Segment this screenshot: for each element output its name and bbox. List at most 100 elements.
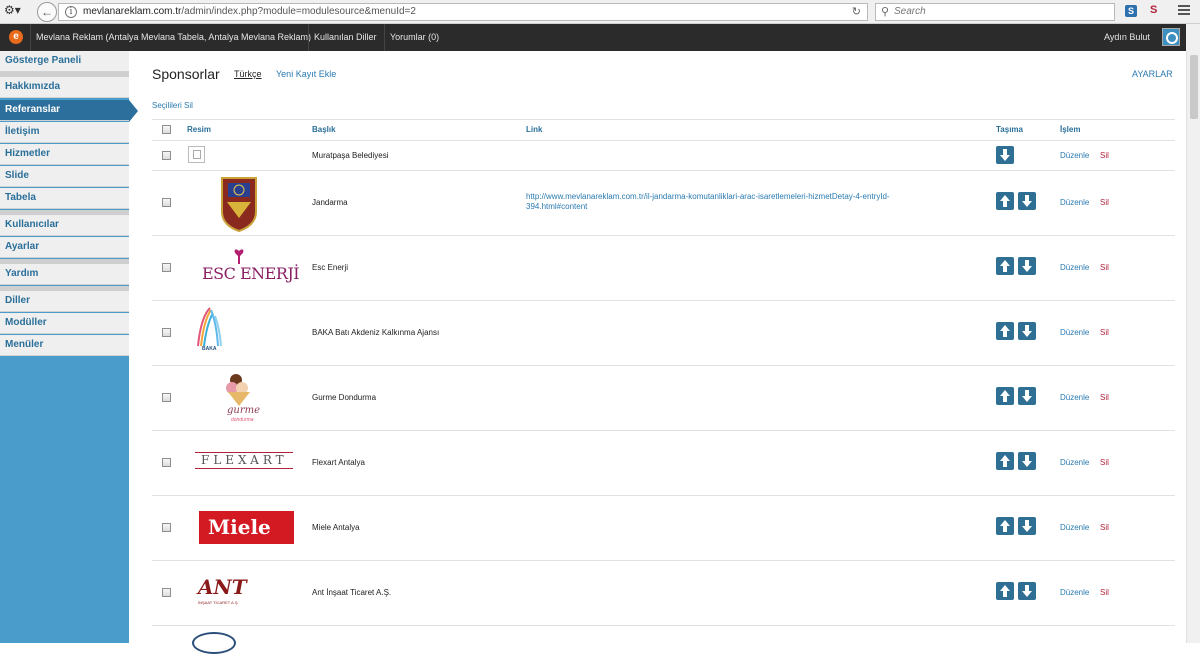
search-input[interactable] bbox=[894, 6, 1094, 17]
edit-link[interactable]: Düzenle bbox=[1060, 263, 1089, 272]
table-row: BAKA BAKA Batı Akdeniz Kalkınma Ajansı D… bbox=[152, 301, 1175, 366]
delete-link[interactable]: Sil bbox=[1100, 328, 1109, 337]
next-row-logo bbox=[192, 632, 236, 654]
hamburger-menu-icon[interactable] bbox=[1178, 5, 1190, 17]
logo-jandarma bbox=[187, 172, 299, 235]
row-title: Jandarma bbox=[312, 198, 348, 207]
edit-link[interactable]: Düzenle bbox=[1060, 393, 1089, 402]
logo-esc-enerji: ESC ENERJİ bbox=[187, 237, 300, 300]
reload-icon[interactable]: ↻ bbox=[852, 5, 861, 18]
cms-logo-icon[interactable]: e bbox=[9, 30, 23, 44]
row-checkbox[interactable] bbox=[162, 198, 171, 207]
move-up-icon[interactable] bbox=[996, 257, 1014, 275]
move-down-icon[interactable] bbox=[1018, 517, 1036, 535]
row-checkbox[interactable] bbox=[162, 263, 171, 272]
edit-link[interactable]: Düzenle bbox=[1060, 151, 1089, 160]
column-header-link: Link bbox=[526, 125, 543, 134]
user-name[interactable]: Aydın Bulut bbox=[1104, 24, 1150, 51]
new-record-link[interactable]: Yeni Kayıt Ekle bbox=[276, 69, 336, 79]
search-box[interactable]: ⚲ bbox=[875, 3, 1115, 21]
browser-menu-icon[interactable]: ⚙▾ bbox=[4, 3, 32, 21]
edit-link[interactable]: Düzenle bbox=[1060, 588, 1089, 597]
row-title: Gurme Dondurma bbox=[312, 393, 377, 402]
sidebar: Gösterge Paneli Hakkımızda Referanslar İ… bbox=[0, 51, 138, 643]
page-scrollbar[interactable] bbox=[1186, 51, 1200, 643]
scrollbar-top bbox=[1186, 24, 1200, 51]
row-title: Esc Enerji bbox=[312, 263, 349, 272]
sidebar-item-signage[interactable]: Tabela bbox=[0, 188, 129, 209]
avatar[interactable] bbox=[1162, 28, 1180, 46]
back-arrow-icon[interactable]: ← bbox=[37, 2, 57, 22]
edit-link[interactable]: Düzenle bbox=[1060, 523, 1089, 532]
move-up-icon[interactable] bbox=[996, 517, 1014, 535]
move-down-icon[interactable] bbox=[1018, 257, 1036, 275]
delete-link[interactable]: Sil bbox=[1100, 198, 1109, 207]
delete-link[interactable]: Sil bbox=[1100, 263, 1109, 272]
row-checkbox[interactable] bbox=[162, 458, 171, 467]
sidebar-item-settings[interactable]: Ayarlar bbox=[0, 237, 129, 258]
move-down-icon[interactable] bbox=[1018, 322, 1036, 340]
edit-link[interactable]: Düzenle bbox=[1060, 458, 1089, 467]
row-checkbox[interactable] bbox=[162, 523, 171, 532]
move-up-icon[interactable] bbox=[996, 582, 1014, 600]
row-title: Ant İnşaat Ticaret A.Ş. bbox=[312, 588, 392, 597]
move-down-icon[interactable] bbox=[996, 146, 1014, 164]
extension-icon[interactable]: S bbox=[1125, 5, 1137, 17]
sidebar-item-modules[interactable]: Modüller bbox=[0, 313, 129, 334]
table-row: ESC ENERJİ Esc Enerji Düzenle Sil bbox=[152, 236, 1175, 301]
languages-link[interactable]: Kullanılan Diller bbox=[308, 24, 382, 51]
sidebar-item-references[interactable]: Referanslar bbox=[0, 100, 138, 122]
delete-link[interactable]: Sil bbox=[1100, 588, 1109, 597]
comments-link[interactable]: Yorumlar (0) bbox=[384, 24, 444, 51]
move-down-icon[interactable] bbox=[1018, 582, 1036, 600]
sidebar-item-contact[interactable]: İletişim bbox=[0, 122, 129, 143]
move-up-icon[interactable] bbox=[996, 387, 1014, 405]
info-icon[interactable]: i bbox=[65, 6, 77, 18]
delete-link[interactable]: Sil bbox=[1100, 458, 1109, 467]
row-title: BAKA Batı Akdeniz Kalkınma Ajansı bbox=[312, 328, 440, 337]
sidebar-item-languages[interactable]: Diller bbox=[0, 291, 129, 312]
row-checkbox[interactable] bbox=[162, 151, 171, 160]
move-up-icon[interactable] bbox=[996, 192, 1014, 210]
settings-link[interactable]: AYARLAR bbox=[1132, 69, 1173, 79]
move-down-icon[interactable] bbox=[1018, 192, 1036, 210]
sidebar-item-slide[interactable]: Slide bbox=[0, 166, 129, 187]
sidebar-item-services[interactable]: Hizmetler bbox=[0, 144, 129, 165]
extension-s-icon[interactable]: S bbox=[1150, 4, 1157, 16]
row-link[interactable]: http://www.mevlanareklam.com.tr/il-janda… bbox=[526, 192, 936, 212]
delete-link[interactable]: Sil bbox=[1100, 523, 1109, 532]
logo-flexart: FLEXART bbox=[187, 432, 299, 495]
sidebar-item-help[interactable]: Yardım bbox=[0, 264, 129, 285]
row-title: Miele Antalya bbox=[312, 523, 360, 532]
move-down-icon[interactable] bbox=[1018, 452, 1036, 470]
scrollbar-thumb[interactable] bbox=[1190, 55, 1198, 119]
admin-topbar: e Mevlana Reklam (Antalya Mevlana Tabela… bbox=[0, 24, 1200, 51]
sidebar-item-about[interactable]: Hakkımızda bbox=[0, 77, 129, 98]
language-link[interactable]: Türkçe bbox=[234, 69, 262, 79]
select-all-checkbox[interactable] bbox=[162, 125, 171, 134]
edit-link[interactable]: Düzenle bbox=[1060, 328, 1089, 337]
column-header-action: İşlem bbox=[1060, 125, 1081, 134]
row-checkbox[interactable] bbox=[162, 588, 171, 597]
baka-logo-text: BAKA bbox=[202, 346, 217, 352]
sidebar-item-dashboard[interactable]: Gösterge Paneli bbox=[0, 51, 129, 72]
move-up-icon[interactable] bbox=[996, 322, 1014, 340]
edit-link[interactable]: Düzenle bbox=[1060, 198, 1089, 207]
column-header-title: Başlık bbox=[312, 125, 336, 134]
sidebar-item-users[interactable]: Kullanıcılar bbox=[0, 215, 129, 236]
move-up-icon[interactable] bbox=[996, 452, 1014, 470]
delete-link[interactable]: Sil bbox=[1100, 393, 1109, 402]
column-header-move: Taşıma bbox=[996, 125, 1023, 134]
table-row: gurme dondurma Gurme Dondurma Düzenle Si… bbox=[152, 366, 1175, 431]
row-checkbox[interactable] bbox=[162, 393, 171, 402]
table-row: FLEXART Flexart Antalya Düzenle Sil bbox=[152, 431, 1175, 496]
table-row: ANT İNŞAAT TİCARET A.Ş. Ant İnşaat Ticar… bbox=[152, 561, 1175, 626]
site-name-link[interactable]: Mevlana Reklam (Antalya Mevlana Tabela, … bbox=[30, 24, 316, 51]
move-down-icon[interactable] bbox=[1018, 387, 1036, 405]
delete-selected-link[interactable]: Seçilileri Sil bbox=[152, 101, 193, 110]
gurme-logo-text: gurme bbox=[227, 405, 261, 416]
sidebar-item-menus[interactable]: Menüler bbox=[0, 335, 129, 356]
row-checkbox[interactable] bbox=[162, 328, 171, 337]
address-bar[interactable]: i mevlanareklam.com.tr/admin/index.php?m… bbox=[58, 3, 868, 21]
delete-link[interactable]: Sil bbox=[1100, 151, 1109, 160]
